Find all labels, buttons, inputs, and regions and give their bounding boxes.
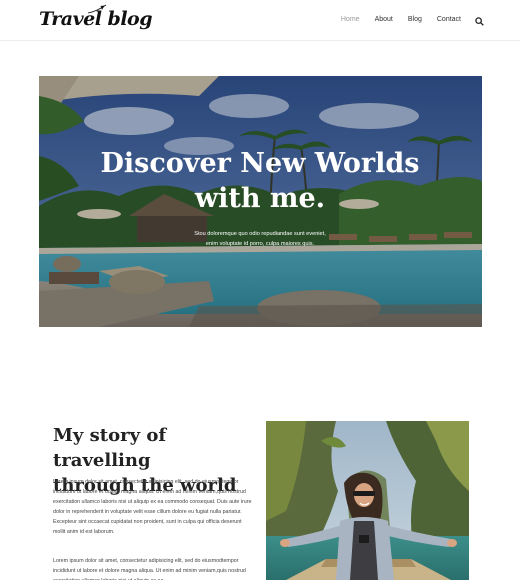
nav-item-about[interactable]: About [375, 14, 393, 26]
hero-title: Discover New Worlds with me. [0, 146, 520, 216]
story-title-line1: My story of travelling [53, 425, 167, 471]
nav-item-contact[interactable]: Contact [437, 14, 461, 26]
logo[interactable]: Travel blog [39, 4, 153, 38]
airplane-icon [87, 4, 107, 14]
site-header: Travel blog Home About Blog Contact [0, 0, 520, 41]
hero-title-line1: Discover New Worlds [100, 148, 420, 179]
main-nav: Home About Blog Contact [326, 14, 484, 26]
nav-item-blog[interactable]: Blog [408, 14, 422, 26]
traveler-photo [266, 421, 469, 580]
hero-subtitle-line1: Stou doloremque quo odio repudiandae sun… [194, 231, 326, 237]
search-icon[interactable] [475, 16, 484, 26]
hero-subtitle: Stou doloremque quo odio repudiandae sun… [0, 229, 520, 249]
hero-subtitle-line2: enim voluptate id porro, culpa maiores q… [205, 241, 315, 247]
hero-title-line2: with me. [194, 183, 326, 214]
traveler-boat-image [266, 421, 469, 580]
nav-item-home[interactable]: Home [341, 14, 360, 26]
story-paragraph-2: Lorem ipsum dolor sit amet, consectetur … [53, 558, 246, 580]
story-paragraph-1: Lorem ipsum dolor sit amet, consectetur … [53, 479, 252, 535]
